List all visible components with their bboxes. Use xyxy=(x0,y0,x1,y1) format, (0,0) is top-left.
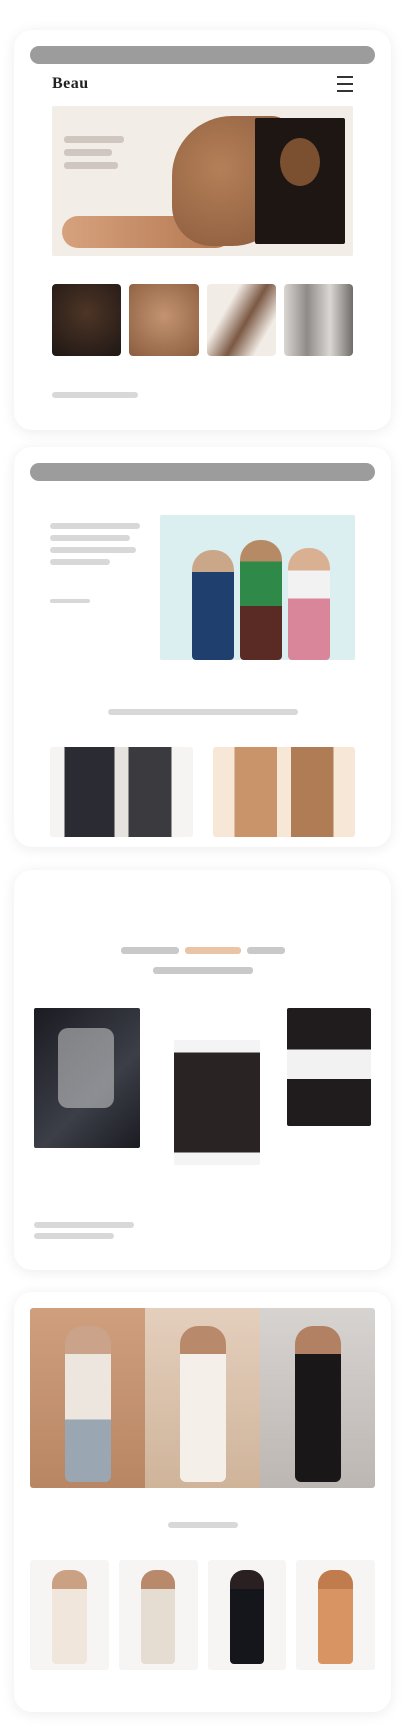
gallery-image[interactable] xyxy=(34,1008,140,1148)
product-image xyxy=(229,1570,265,1664)
editorial-link[interactable] xyxy=(34,1222,134,1239)
banner-panel xyxy=(260,1308,375,1488)
product-image xyxy=(318,1570,353,1664)
site-nav: Beau xyxy=(14,64,391,96)
product-image xyxy=(52,1570,87,1664)
category-thumb[interactable] xyxy=(206,284,276,356)
title-word xyxy=(152,966,253,974)
gallery-image[interactable] xyxy=(174,1040,260,1165)
lookbook-pair xyxy=(50,747,355,837)
hero-banner[interactable] xyxy=(52,106,353,256)
product-card[interactable] xyxy=(30,1560,109,1670)
product-image xyxy=(140,1570,176,1664)
subtitle-line xyxy=(167,1522,238,1528)
hero-side-image[interactable] xyxy=(255,118,345,244)
copy-line xyxy=(50,559,110,565)
title-row xyxy=(14,960,391,980)
shop-banner[interactable] xyxy=(30,1308,375,1488)
collection-hero-image[interactable] xyxy=(160,515,355,660)
link-line xyxy=(34,1233,114,1239)
product-row xyxy=(30,1560,375,1670)
browser-bar xyxy=(30,46,375,64)
category-thumb[interactable] xyxy=(283,284,353,356)
title-row xyxy=(14,940,391,960)
footer-line xyxy=(52,392,138,398)
model-figure xyxy=(240,540,282,660)
collection-copy xyxy=(50,523,146,603)
hero-side-face xyxy=(280,138,320,186)
cta-link[interactable] xyxy=(50,599,90,603)
footer-note xyxy=(52,392,353,398)
product-card[interactable] xyxy=(296,1560,375,1670)
banner-panel xyxy=(145,1308,260,1488)
shop-subtitle xyxy=(14,1522,391,1528)
preview-card-shop[interactable] xyxy=(14,1292,391,1712)
preview-card-editorial[interactable] xyxy=(14,870,391,1270)
product-card[interactable] xyxy=(207,1560,287,1670)
banner-model xyxy=(179,1326,226,1482)
section-title-line xyxy=(107,709,298,715)
link-line xyxy=(34,1222,134,1228)
title-accent-word xyxy=(184,946,241,954)
lookbook-image[interactable] xyxy=(212,747,355,837)
gallery-image[interactable] xyxy=(287,1008,371,1126)
banner-panel xyxy=(30,1308,145,1488)
copy-line xyxy=(50,535,130,541)
banner-model xyxy=(294,1326,341,1482)
category-thumbnails xyxy=(52,284,353,356)
hero-headline-placeholder xyxy=(64,136,134,175)
preview-card-collection[interactable] xyxy=(14,447,391,847)
browser-bar xyxy=(30,463,375,481)
gallery-garment xyxy=(58,1028,114,1108)
collection-hero xyxy=(50,515,355,665)
site-logo[interactable]: Beau xyxy=(52,75,89,93)
model-figure xyxy=(288,548,330,660)
copy-line xyxy=(50,523,140,529)
section-title xyxy=(14,709,391,715)
menu-icon[interactable] xyxy=(337,76,353,92)
category-thumb[interactable] xyxy=(52,284,122,356)
title-word xyxy=(246,946,285,954)
title-word xyxy=(120,946,179,954)
editorial-title xyxy=(14,940,391,980)
model-figure xyxy=(192,550,234,660)
editorial-gallery xyxy=(34,1008,371,1198)
category-thumb[interactable] xyxy=(129,284,199,356)
banner-model xyxy=(64,1326,111,1482)
copy-line xyxy=(50,547,136,553)
lookbook-image[interactable] xyxy=(50,747,193,837)
product-card[interactable] xyxy=(118,1560,198,1670)
preview-card-home[interactable]: Beau xyxy=(14,30,391,430)
